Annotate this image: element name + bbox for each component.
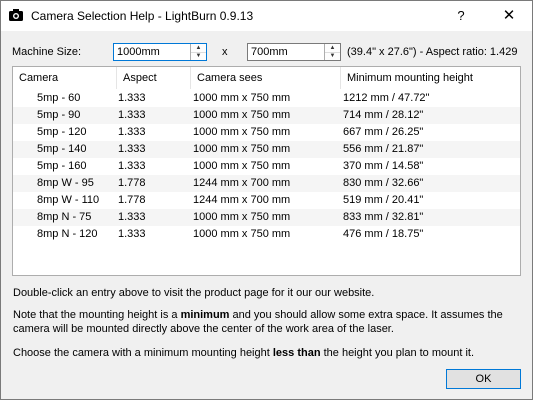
- column-header-camera[interactable]: Camera: [13, 67, 117, 89]
- table-row[interactable]: 5mp - 160 1.333 1000 mm x 750 mm 370 mm / 1…: [13, 158, 520, 175]
- table-row[interactable]: 5mp - 60 1.333 1000 mm x 750 mm 1212 mm / 4…: [13, 90, 520, 107]
- machine-width-value[interactable]: 1000mm: [117, 46, 160, 58]
- cell-min-height: 370 mm / 14.58": [343, 160, 424, 172]
- table-row[interactable]: 5mp - 120 1.333 1000 mm x 750 mm 667 mm / 2…: [13, 124, 520, 141]
- machine-height-spinbox[interactable]: 700mm ▲ ▼: [247, 43, 341, 61]
- help-text-mounting-note: Note that the mounting height is a minim…: [13, 308, 523, 336]
- cell-aspect: 1.778: [118, 177, 146, 189]
- help-text-choose: Choose the camera with a minimum mountin…: [13, 346, 523, 360]
- table-row[interactable]: 8mp N - 120 1.333 1000 mm x 750 mm 476 mm /…: [13, 226, 520, 243]
- note-text-bold: minimum: [180, 309, 230, 321]
- cell-camera-sees: 1000 mm x 750 mm: [193, 126, 291, 138]
- cell-min-height: 830 mm / 32.66": [343, 177, 424, 189]
- note-text-a: Note that the mounting height is a: [13, 309, 181, 321]
- cell-min-height: 476 mm / 18.75": [343, 228, 424, 240]
- cell-camera-sees: 1000 mm x 750 mm: [193, 228, 291, 240]
- spin-down-icon[interactable]: ▼: [191, 52, 206, 60]
- cell-camera: 5mp - 160: [37, 160, 87, 172]
- choose-text-a: Choose the camera with a minimum mountin…: [13, 347, 273, 359]
- machine-size-info: (39.4" x 27.6") - Aspect ratio: 1.429: [347, 46, 518, 58]
- table-row[interactable]: 5mp - 90 1.333 1000 mm x 750 mm 714 mm / 28…: [13, 107, 520, 124]
- cell-min-height: 519 mm / 20.41": [343, 194, 424, 206]
- cell-camera: 8mp W - 95: [37, 177, 94, 189]
- cell-aspect: 1.333: [118, 228, 146, 240]
- spin-up-icon[interactable]: ▲: [191, 44, 206, 52]
- table-row[interactable]: 8mp N - 75 1.333 1000 mm x 750 mm 833 mm / …: [13, 209, 520, 226]
- help-button[interactable]: ?: [445, 5, 477, 27]
- table-row[interactable]: 8mp W - 95 1.778 1244 mm x 700 mm 830 mm / …: [13, 175, 520, 192]
- cell-camera-sees: 1000 mm x 750 mm: [193, 109, 291, 121]
- times-label: x: [222, 46, 228, 58]
- column-header-min-height[interactable]: Minimum mounting height: [341, 67, 520, 89]
- cell-camera: 5mp - 60: [37, 92, 81, 104]
- cell-aspect: 1.333: [118, 92, 146, 104]
- table-header: Camera Aspect Camera sees Minimum mounti…: [13, 67, 520, 89]
- cell-camera-sees: 1000 mm x 750 mm: [193, 92, 291, 104]
- table-row[interactable]: 5mp - 140 1.333 1000 mm x 750 mm 556 mm / 2…: [13, 141, 520, 158]
- cell-aspect: 1.333: [118, 109, 146, 121]
- spin-down-icon[interactable]: ▼: [325, 52, 340, 60]
- cell-camera: 5mp - 90: [37, 109, 81, 121]
- spin-up-icon[interactable]: ▲: [325, 44, 340, 52]
- camera-selection-dialog: Camera Selection Help - LightBurn 0.9.13…: [0, 0, 533, 400]
- cell-camera: 8mp N - 120: [37, 228, 98, 240]
- column-header-camera-sees[interactable]: Camera sees: [191, 67, 341, 89]
- machine-width-spinbox[interactable]: 1000mm ▲ ▼: [113, 43, 207, 61]
- cell-min-height: 1212 mm / 47.72": [343, 92, 430, 104]
- cell-camera-sees: 1244 mm x 700 mm: [193, 194, 291, 206]
- column-header-aspect[interactable]: Aspect: [117, 67, 191, 89]
- cell-camera: 8mp N - 75: [37, 211, 92, 223]
- cell-aspect: 1.333: [118, 143, 146, 155]
- help-text-double-click: Double-click an entry above to visit the…: [13, 287, 375, 299]
- cell-min-height: 833 mm / 32.81": [343, 211, 424, 223]
- cell-camera-sees: 1000 mm x 750 mm: [193, 160, 291, 172]
- cell-camera: 5mp - 120: [37, 126, 87, 138]
- ok-button[interactable]: OK: [446, 369, 521, 389]
- cell-camera: 5mp - 140: [37, 143, 87, 155]
- machine-height-value[interactable]: 700mm: [251, 46, 288, 58]
- machine-height-stepper[interactable]: ▲ ▼: [324, 44, 340, 60]
- machine-width-stepper[interactable]: ▲ ▼: [190, 44, 206, 60]
- cell-aspect: 1.333: [118, 211, 146, 223]
- cell-min-height: 714 mm / 28.12": [343, 109, 424, 121]
- table-row[interactable]: 8mp W - 110 1.778 1244 mm x 700 mm 519 mm /…: [13, 192, 520, 209]
- cell-camera-sees: 1000 mm x 750 mm: [193, 211, 291, 223]
- window-title: Camera Selection Help - LightBurn 0.9.13: [31, 9, 254, 23]
- camera-icon: [9, 9, 23, 21]
- cell-camera-sees: 1244 mm x 700 mm: [193, 177, 291, 189]
- close-button[interactable]: ✕: [493, 5, 525, 27]
- choose-text-bold: less than: [272, 347, 321, 359]
- cell-min-height: 667 mm / 26.25": [343, 126, 424, 138]
- cell-camera-sees: 1000 mm x 750 mm: [193, 143, 291, 155]
- choose-text-b: the height you plan to mount it.: [320, 347, 475, 359]
- cell-min-height: 556 mm / 21.87": [343, 143, 424, 155]
- cell-aspect: 1.778: [118, 194, 146, 206]
- cell-aspect: 1.333: [118, 126, 146, 138]
- cell-camera: 8mp W - 110: [37, 194, 100, 206]
- title-bar: Camera Selection Help - LightBurn 0.9.13…: [1, 1, 532, 31]
- camera-table[interactable]: Camera Aspect Camera sees Minimum mounti…: [12, 66, 521, 276]
- machine-size-label: Machine Size:: [12, 46, 82, 58]
- cell-aspect: 1.333: [118, 160, 146, 172]
